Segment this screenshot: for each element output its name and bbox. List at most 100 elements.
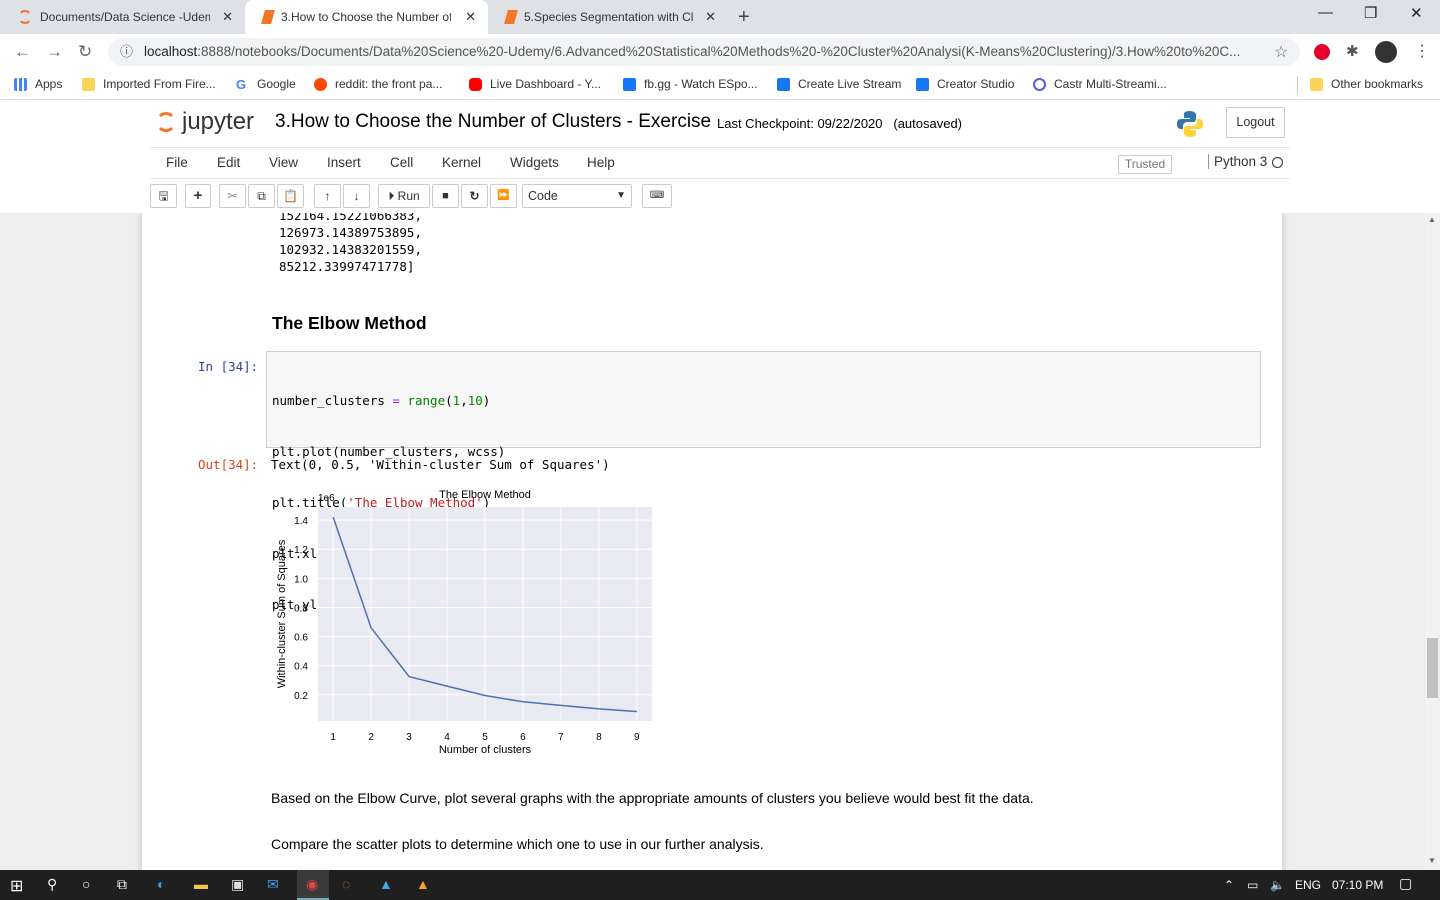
opera-extension-icon[interactable] bbox=[1314, 44, 1330, 60]
restore-icon[interactable]: ❐ bbox=[1364, 4, 1377, 22]
scroll-down-arrow-icon[interactable]: ▼ bbox=[1428, 856, 1436, 865]
volume-icon[interactable]: 🔈 bbox=[1270, 878, 1285, 892]
tab-elbow-notebook[interactable]: 3.How to Choose the Number of ✕ bbox=[245, 0, 488, 34]
x-tick-label: 7 bbox=[558, 732, 564, 743]
output-line: 152164.15221066383, bbox=[279, 213, 422, 223]
reload-icon[interactable]: ↻ bbox=[78, 42, 92, 62]
menu-view[interactable]: View bbox=[269, 155, 298, 170]
language-indicator[interactable]: ENG bbox=[1295, 878, 1321, 892]
code-cell-editor[interactable]: number_clusters = range(1,10) plt.plot(n… bbox=[266, 351, 1261, 612]
notebook-title[interactable]: 3.How to Choose the Number of Clusters -… bbox=[275, 111, 711, 133]
menu-insert[interactable]: Insert bbox=[327, 155, 361, 170]
facebook-icon bbox=[777, 77, 790, 91]
search-icon[interactable]: ⚲ bbox=[47, 876, 57, 893]
cell-type-select[interactable]: Code ▼ bbox=[522, 184, 632, 208]
bookmark-label: Apps bbox=[35, 77, 63, 91]
bookmark-apps[interactable]: Apps bbox=[14, 77, 62, 91]
browser-chrome: Documents/Data Science -Udem ✕ 3.How to … bbox=[0, 0, 1440, 100]
file-explorer-icon[interactable]: ▬ bbox=[194, 876, 208, 892]
minimize-icon[interactable]: — bbox=[1318, 4, 1333, 21]
command-palette-keyboard-icon[interactable]: ⌨ bbox=[642, 184, 672, 208]
close-icon[interactable]: ✕ bbox=[705, 9, 716, 25]
save-icon[interactable]: 🖫 bbox=[150, 184, 177, 208]
menu-file[interactable]: File bbox=[166, 155, 188, 170]
kernel-idle-indicator-icon bbox=[1272, 157, 1283, 168]
cortana-circle-icon[interactable]: ○ bbox=[82, 876, 90, 892]
paste-icon[interactable]: 📋 bbox=[277, 184, 304, 208]
new-tab-plus-icon[interactable]: + bbox=[738, 6, 750, 29]
logout-button[interactable]: Logout bbox=[1226, 107, 1285, 138]
close-icon[interactable]: ✕ bbox=[222, 9, 233, 25]
show-hidden-chevron-icon[interactable]: ⌃ bbox=[1224, 878, 1234, 892]
bookmark-creator-studio[interactable]: Creator Studio bbox=[916, 77, 1014, 91]
bookmark-google[interactable]: G Google bbox=[236, 77, 296, 91]
bookmark-fbgg[interactable]: fb.gg - Watch ESpo... bbox=[623, 77, 758, 91]
clock[interactable]: 07:10 PM bbox=[1332, 878, 1383, 892]
jupyter-logo[interactable]: jupyter bbox=[156, 108, 254, 136]
tab-strip: Documents/Data Science -Udem ✕ 3.How to … bbox=[0, 0, 1440, 34]
copy-icon[interactable]: ⧉ bbox=[248, 184, 275, 208]
markdown-paragraph[interactable]: Compare the scatter plots to determine w… bbox=[271, 836, 764, 852]
bookmark-imported[interactable]: Imported From Fire... bbox=[82, 77, 216, 91]
vlc-icon[interactable]: ▲ bbox=[416, 876, 430, 892]
x-axis-label: Number of clusters bbox=[439, 744, 532, 756]
menu-widgets[interactable]: Widgets bbox=[510, 155, 559, 170]
y-tick-label: 0.6 bbox=[294, 633, 308, 644]
menu-kernel[interactable]: Kernel bbox=[442, 155, 481, 170]
close-icon[interactable]: ✕ bbox=[465, 9, 476, 25]
kernel-name[interactable]: Python 3 bbox=[1208, 154, 1267, 169]
move-up-arrow-icon[interactable]: ↑ bbox=[314, 184, 341, 208]
bookmark-reddit[interactable]: reddit: the front pa... bbox=[314, 77, 442, 91]
menu-kebab-icon[interactable]: ⋮ bbox=[1414, 41, 1430, 61]
notebook-favicon-icon bbox=[261, 10, 275, 24]
insert-cell-plus-icon[interactable]: + bbox=[185, 184, 211, 208]
network-icon[interactable]: ▭ bbox=[1247, 878, 1258, 892]
scrollbar-thumb[interactable] bbox=[1427, 638, 1438, 698]
menu-cell[interactable]: Cell bbox=[390, 155, 413, 170]
facebook-icon bbox=[623, 77, 636, 91]
interrupt-stop-icon[interactable]: ■ bbox=[432, 184, 459, 208]
photos-icon[interactable]: ▲ bbox=[379, 876, 393, 892]
forward-arrow-icon[interactable]: → bbox=[46, 42, 63, 62]
bookmark-live-dashboard[interactable]: Live Dashboard - Y... bbox=[469, 77, 601, 91]
mail-icon[interactable]: ✉ bbox=[267, 876, 279, 893]
windows-start-icon[interactable]: ⊞ bbox=[10, 876, 23, 896]
bookmark-create-live[interactable]: Create Live Stream bbox=[777, 77, 901, 91]
scroll-up-arrow-icon[interactable]: ▲ bbox=[1428, 215, 1436, 224]
tab-species-segmentation[interactable]: 5.Species Segmentation with Clu ✕ bbox=[488, 0, 728, 34]
bookmarks-bar: Apps Imported From Fire... G Google reddi… bbox=[0, 70, 1440, 100]
star-bookmark-icon[interactable]: ☆ bbox=[1274, 42, 1288, 62]
jupyter-header: jupyter 3.How to Choose the Number of Cl… bbox=[0, 100, 1440, 213]
info-icon[interactable]: ⓘ bbox=[120, 38, 133, 66]
page-scrollbar[interactable]: ▲ ▼ bbox=[1425, 213, 1440, 870]
store-icon[interactable]: ▣ bbox=[231, 876, 244, 893]
address-bar[interactable]: ⓘ localhost:8888/notebooks/Documents/Dat… bbox=[108, 38, 1300, 66]
tab-title: Documents/Data Science -Udem bbox=[40, 10, 210, 24]
bookmark-other[interactable]: Other bookmarks bbox=[1310, 77, 1423, 91]
jupyter-taskbar-icon[interactable]: ◌ bbox=[342, 876, 350, 892]
edge-browser-icon[interactable]: ◐ bbox=[157, 876, 165, 892]
markdown-paragraph[interactable]: Based on the Elbow Curve, plot several g… bbox=[271, 790, 1034, 806]
trusted-badge[interactable]: Trusted bbox=[1118, 155, 1172, 174]
back-arrow-icon[interactable]: ← bbox=[14, 42, 31, 62]
extensions-puzzle-icon[interactable]: ✱ bbox=[1346, 42, 1359, 60]
chrome-taskbar-item[interactable]: ◉ bbox=[297, 870, 329, 900]
run-button[interactable]: ⏵ Run bbox=[378, 184, 430, 208]
menu-edit[interactable]: Edit bbox=[217, 155, 240, 170]
profile-avatar[interactable] bbox=[1375, 41, 1397, 63]
notifications-icon[interactable]: ▢ bbox=[1399, 875, 1412, 892]
cut-scissors-icon[interactable]: ✂ bbox=[219, 184, 246, 208]
bookmark-castr[interactable]: Castr Multi-Streami... bbox=[1033, 77, 1167, 91]
restart-kernel-icon[interactable]: ↻ bbox=[461, 184, 488, 208]
restart-run-all-icon[interactable]: ⏩ bbox=[490, 184, 517, 208]
task-view-icon[interactable]: ⧉ bbox=[117, 876, 127, 893]
window-close-icon[interactable]: ✕ bbox=[1410, 4, 1423, 22]
markdown-heading[interactable]: The Elbow Method bbox=[272, 313, 427, 334]
chevron-down-icon: ▼ bbox=[616, 190, 626, 201]
move-down-arrow-icon[interactable]: ↓ bbox=[343, 184, 370, 208]
tab-documents[interactable]: Documents/Data Science -Udem ✕ bbox=[0, 0, 245, 34]
menu-help[interactable]: Help bbox=[587, 155, 615, 170]
x-tick-label: 1 bbox=[330, 732, 336, 743]
facebook-icon bbox=[916, 77, 929, 91]
jupyter-logo-text: jupyter bbox=[182, 108, 255, 135]
